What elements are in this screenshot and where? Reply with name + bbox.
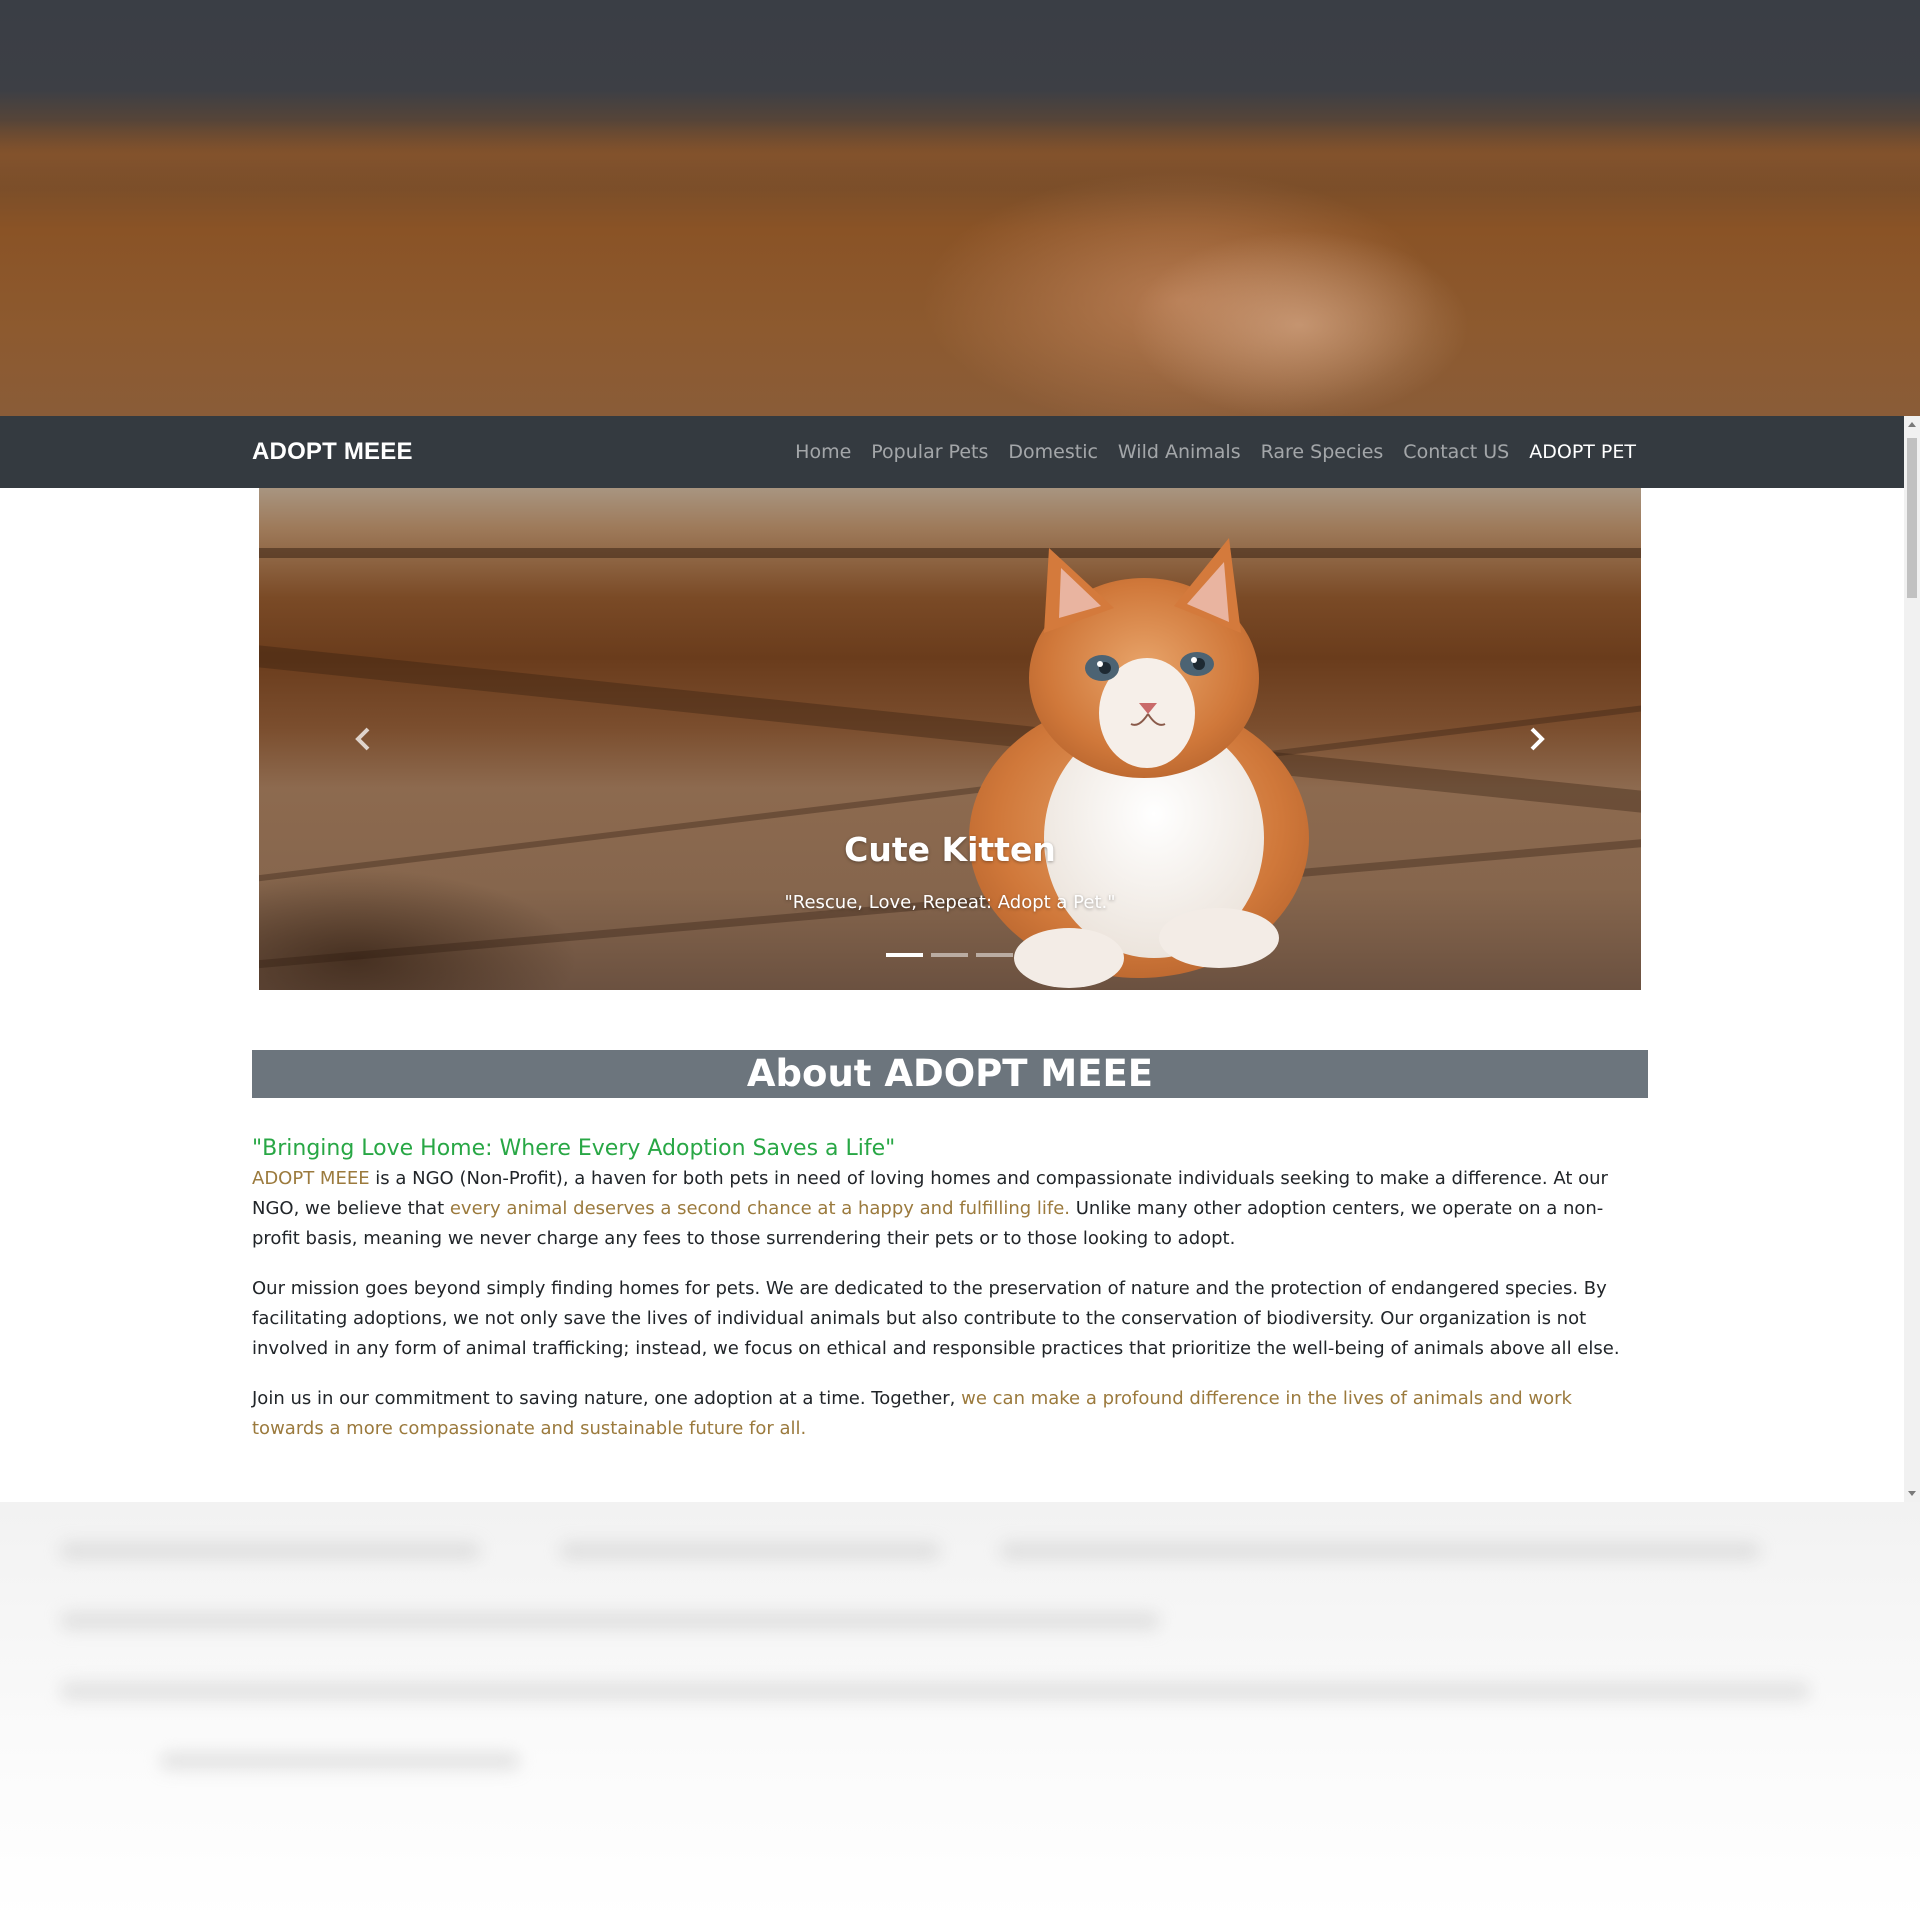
text-highlight: every animal deserves a second chance at… — [449, 1198, 1071, 1219]
nav-link-home[interactable]: Home — [795, 441, 851, 463]
scroll-down-arrow-icon[interactable] — [1908, 1491, 1916, 1496]
chevron-left-icon — [355, 727, 370, 751]
vertical-scrollbar[interactable] — [1904, 416, 1920, 1502]
carousel-indicator-3[interactable] — [976, 953, 1013, 957]
carousel-next-button[interactable] — [1521, 724, 1551, 754]
carousel-prev-button[interactable] — [349, 724, 379, 754]
brand-highlight: ADOPT MEEE — [252, 1168, 370, 1189]
browser-viewport: ADOPT MEEE Home Popular Pets Domestic Wi… — [0, 416, 1920, 1502]
chevron-right-icon — [1530, 727, 1545, 751]
carousel-indicators — [886, 953, 1013, 957]
nav-link-contact-us[interactable]: Contact US — [1403, 441, 1509, 463]
carousel-indicator-2[interactable] — [931, 953, 968, 957]
image-carousel: Cute Kitten "Rescue, Love, Repeat: Adopt… — [259, 488, 1641, 990]
page: ADOPT MEEE Home Popular Pets Domestic Wi… — [0, 0, 1920, 1920]
about-paragraph-3: Join us in our commitment to saving natu… — [252, 1388, 1572, 1439]
about-heading: About ADOPT MEEE — [252, 1050, 1648, 1098]
kitten-illustration — [969, 538, 1309, 988]
carousel-caption-subtitle: "Rescue, Love, Repeat: Adopt a Pet." — [784, 892, 1116, 913]
nav-link-wild-animals[interactable]: Wild Animals — [1118, 441, 1241, 463]
nav-link-domestic[interactable]: Domestic — [1008, 441, 1098, 463]
nav-link-rare-species[interactable]: Rare Species — [1261, 441, 1384, 463]
scroll-up-arrow-icon[interactable] — [1908, 422, 1916, 427]
nav-links: Home Popular Pets Domestic Wild Animals … — [795, 441, 1636, 463]
about-tagline: "Bringing Love Home: Where Every Adoptio… — [252, 1136, 896, 1161]
carousel-caption-title: Cute Kitten — [844, 830, 1056, 869]
nav-link-adopt-pet[interactable]: ADOPT PET — [1529, 441, 1636, 463]
navbar-brand[interactable]: ADOPT MEEE — [252, 438, 413, 466]
nav-link-popular-pets[interactable]: Popular Pets — [871, 441, 988, 463]
scrollbar-thumb[interactable] — [1907, 438, 1917, 598]
about-paragraph-2: Our mission goes beyond simply finding h… — [252, 1278, 1620, 1359]
navbar: ADOPT MEEE Home Popular Pets Domestic Wi… — [0, 416, 1904, 488]
blurred-background-bottom — [0, 1502, 1920, 1920]
carousel-indicator-1[interactable] — [886, 953, 923, 957]
blurred-background-top — [0, 0, 1920, 416]
about-section: "Bringing Love Home: Where Every Adoptio… — [252, 1134, 1648, 1464]
about-paragraph-1: ADOPT MEEE is a NGO (Non-Profit), a have… — [252, 1168, 1608, 1249]
